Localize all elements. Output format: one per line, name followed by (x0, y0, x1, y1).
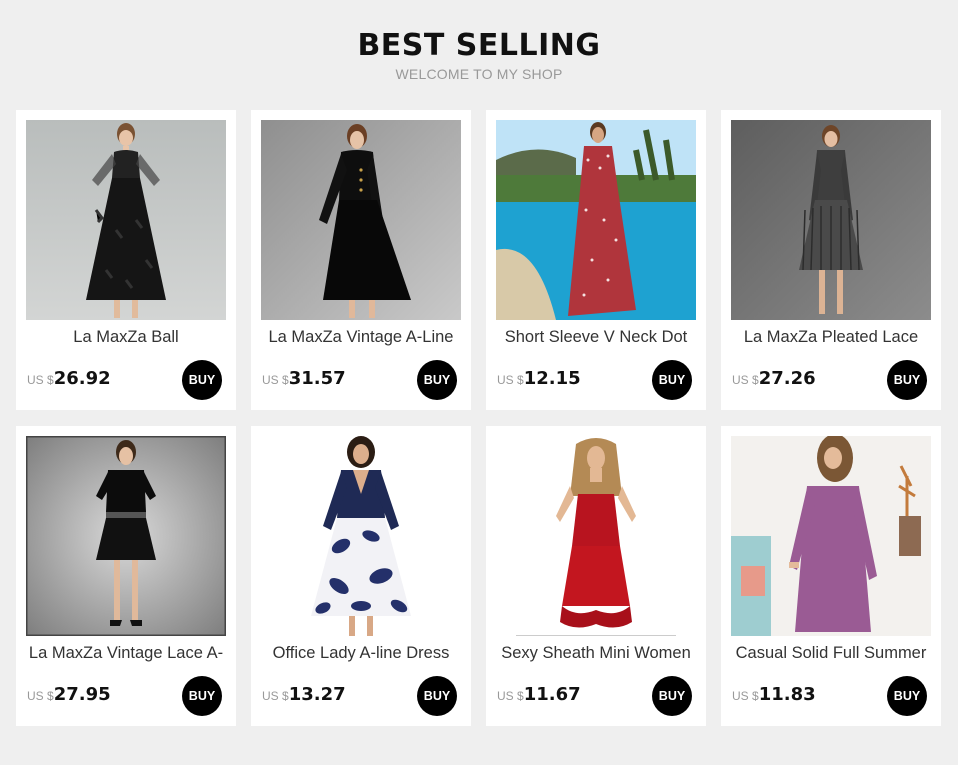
product-card[interactable]: La MaxZa Ball US $26.92 BUY (16, 110, 236, 410)
buy-button[interactable]: BUY (182, 676, 222, 716)
currency-label: US $ (497, 689, 524, 703)
page-title: BEST SELLING (357, 28, 601, 63)
product-card[interactable]: La MaxZa Vintage A-Line US $31.57 BUY (251, 110, 471, 410)
currency-label: US $ (732, 373, 759, 387)
price-value: 31.57 (288, 368, 346, 389)
currency-label: US $ (27, 689, 54, 703)
product-card[interactable]: La MaxZa Pleated Lace US $27.26 BUY (721, 110, 941, 410)
price-value: 13.27 (288, 684, 346, 705)
price-value: 11.83 (758, 684, 816, 705)
product-image[interactable] (26, 120, 226, 320)
currency-label: US $ (732, 689, 759, 703)
product-image[interactable] (731, 436, 931, 636)
buy-button[interactable]: BUY (417, 676, 457, 716)
product-name[interactable]: Office Lady A-line Dress (259, 644, 463, 663)
product-name[interactable]: Casual Solid Full Summer (729, 644, 933, 663)
product-image[interactable] (496, 436, 696, 636)
price-value: 26.92 (53, 368, 111, 389)
product-image[interactable] (496, 120, 696, 320)
product-price: US $12.15 (497, 368, 581, 389)
product-card[interactable]: La MaxZa Vintage Lace A- US $27.95 BUY (16, 426, 236, 726)
product-name[interactable]: La MaxZa Vintage A-Line (259, 328, 463, 347)
product-price: US $31.57 (262, 368, 346, 389)
product-grid: La MaxZa Ball US $26.92 BUY La MaxZa Vin… (16, 110, 942, 726)
product-name[interactable]: La MaxZa Ball (24, 328, 228, 347)
price-value: 27.26 (758, 368, 816, 389)
buy-button[interactable]: BUY (417, 360, 457, 400)
product-name[interactable]: Sexy Sheath Mini Women (494, 644, 698, 663)
header: BEST SELLING WELCOME TO MY SHOP (0, 28, 958, 82)
product-image[interactable] (261, 436, 461, 636)
price-value: 12.15 (523, 368, 581, 389)
product-name[interactable]: La MaxZa Vintage Lace A- (24, 644, 228, 663)
currency-label: US $ (27, 373, 54, 387)
buy-button[interactable]: BUY (182, 360, 222, 400)
buy-button[interactable]: BUY (652, 360, 692, 400)
product-image[interactable] (731, 120, 931, 320)
product-price: US $27.26 (732, 368, 816, 389)
buy-button[interactable]: BUY (887, 360, 927, 400)
currency-label: US $ (262, 373, 289, 387)
product-price: US $13.27 (262, 684, 346, 705)
product-price: US $27.95 (27, 684, 111, 705)
buy-button[interactable]: BUY (887, 676, 927, 716)
currency-label: US $ (497, 373, 524, 387)
product-card[interactable]: Casual Solid Full Summer US $11.83 BUY (721, 426, 941, 726)
product-image[interactable] (26, 436, 226, 636)
product-price: US $11.67 (497, 684, 581, 705)
currency-label: US $ (262, 689, 289, 703)
price-value: 27.95 (53, 684, 111, 705)
page-subtitle: WELCOME TO MY SHOP (395, 66, 563, 82)
product-card[interactable]: Short Sleeve V Neck Dot US $12.15 BUY (486, 110, 706, 410)
product-price: US $11.83 (732, 684, 816, 705)
price-value: 11.67 (523, 684, 581, 705)
product-card[interactable]: Office Lady A-line Dress US $13.27 BUY (251, 426, 471, 726)
product-name[interactable]: Short Sleeve V Neck Dot (494, 328, 698, 347)
product-name[interactable]: La MaxZa Pleated Lace (729, 328, 933, 347)
product-image[interactable] (261, 120, 461, 320)
product-price: US $26.92 (27, 368, 111, 389)
buy-button[interactable]: BUY (652, 676, 692, 716)
product-card[interactable]: Sexy Sheath Mini Women US $11.67 BUY (486, 426, 706, 726)
